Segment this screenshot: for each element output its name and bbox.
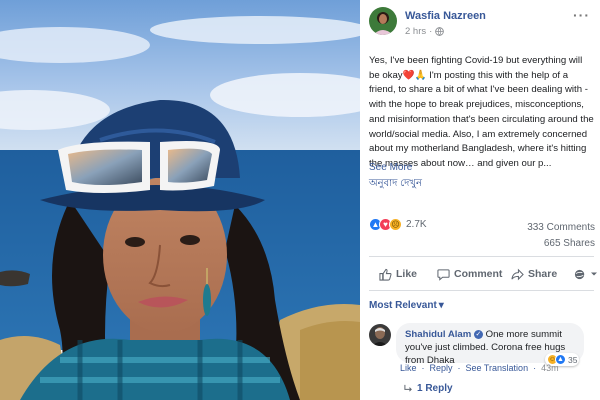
- heart-emoji-icon: ❤️: [402, 69, 415, 81]
- selfie-image: [0, 0, 360, 400]
- post-author-name[interactable]: Wasfia Nazreen: [405, 10, 486, 22]
- comment-see-translation-link[interactable]: See Translation: [466, 363, 529, 373]
- post-body: Yes, I've been fighting Covid-19 but eve…: [369, 54, 594, 172]
- commenter-name[interactable]: Shahidul Alam: [405, 329, 471, 340]
- verified-badge-icon: ✓: [473, 329, 483, 339]
- commenter-avatar[interactable]: [369, 324, 391, 346]
- post-time[interactable]: 2 hrs: [405, 26, 426, 37]
- share-button-label: Share: [528, 268, 558, 280]
- comment-time[interactable]: 43m: [541, 363, 559, 373]
- reaction-count: 2.7K: [406, 219, 427, 230]
- sort-label: Most Relevant: [369, 300, 437, 311]
- see-translation-link[interactable]: অনুবাদ দেখুন: [369, 176, 422, 193]
- like-button[interactable]: Like: [379, 268, 417, 281]
- reactions-summary[interactable]: ▲ ♥ ☹ 2.7K: [369, 218, 427, 231]
- post-photo[interactable]: [0, 0, 360, 400]
- sad-reaction-icon: ☹: [389, 218, 402, 231]
- share-button[interactable]: Share: [511, 268, 557, 281]
- view-replies-link[interactable]: 1 Reply: [404, 383, 453, 394]
- share-arrow-icon: [511, 268, 524, 280]
- comment-sort-dropdown[interactable]: Most Relevant ▾: [369, 300, 444, 311]
- chevron-down-icon: [591, 272, 597, 276]
- post-panel: Wasfia Nazreen 2 hrs · ··· Yes, I've bee…: [360, 0, 600, 400]
- audience-selector[interactable]: [574, 268, 597, 281]
- chevron-down-icon: ▾: [438, 300, 444, 311]
- speech-bubble-icon: [437, 268, 450, 281]
- pray-emoji-icon: 🙏: [414, 69, 427, 81]
- author-avatar[interactable]: [369, 7, 397, 35]
- comments-count[interactable]: 333 Comments: [527, 222, 595, 233]
- divider-top: [369, 256, 594, 257]
- comment-button[interactable]: Comment: [437, 268, 502, 281]
- post-header: Wasfia Nazreen 2 hrs · ···: [369, 7, 594, 41]
- audience-globe-icon: [574, 269, 585, 279]
- thumbs-up-icon: [379, 268, 392, 281]
- divider-bottom: [369, 290, 594, 291]
- see-more-link[interactable]: See More: [369, 162, 412, 173]
- replies-label: 1 Reply: [417, 383, 453, 394]
- shares-count[interactable]: 665 Shares: [544, 238, 595, 249]
- reply-arrow-icon: [404, 384, 412, 392]
- globe-icon: [435, 27, 445, 36]
- post-meta: 2 hrs ·: [405, 26, 445, 37]
- post-text-part2: I'm posting this with the help of a frie…: [369, 69, 594, 169]
- more-icon[interactable]: ···: [573, 7, 590, 23]
- comment-reply-link[interactable]: Reply: [430, 363, 453, 373]
- comment-like-link[interactable]: Like: [400, 363, 417, 373]
- like-button-label: Like: [396, 268, 418, 280]
- comment-actions: Like · Reply · See Translation · 43m: [400, 363, 559, 373]
- comment-reaction-count: 35: [568, 354, 578, 365]
- post-actions: Like Comment Share: [369, 262, 597, 286]
- comment-button-label: Comment: [454, 268, 503, 280]
